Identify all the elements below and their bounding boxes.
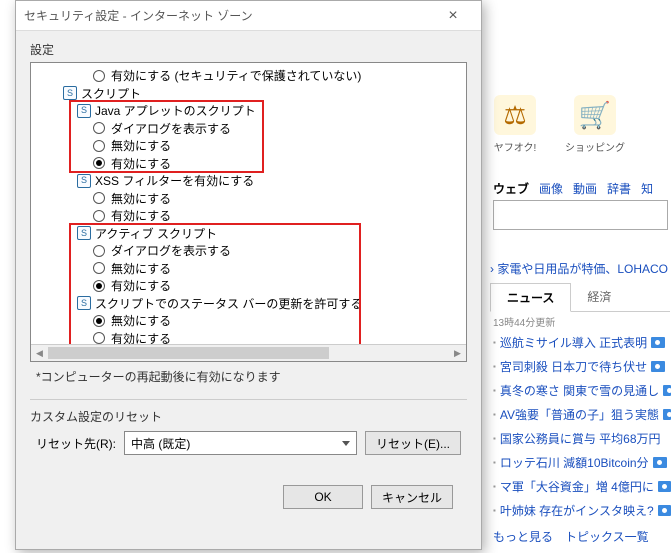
cart-icon: 🛒 [574, 95, 616, 135]
settings-section-label: 設定 [30, 41, 467, 58]
radio-icon [93, 70, 105, 82]
news-item[interactable]: ロッテ石川 減額10Bitcoin分 [493, 450, 671, 474]
close-button[interactable]: × [433, 5, 473, 27]
radio-icon [93, 245, 105, 257]
security-settings-dialog: セキュリティ設定 - インターネット ゾーン × 設定 有効にする (セキュリテ… [15, 0, 482, 550]
portal-auction[interactable]: ⚖ ヤフオク! [485, 95, 545, 154]
scroll-thumb[interactable] [48, 347, 329, 359]
news-item[interactable]: 国家公務員に賞与 平均68万円 [493, 426, 671, 450]
portal-shopping[interactable]: 🛒 ショッピング [565, 95, 625, 154]
radio-option[interactable]: ダイアログを表示する [33, 242, 464, 260]
script-icon: S [63, 86, 77, 100]
reset-button[interactable]: リセット(E)... [365, 431, 461, 455]
group-active-script: S アクティブ スクリプト [33, 225, 464, 243]
radio-option[interactable]: 無効にする [33, 137, 464, 155]
radio-icon [93, 192, 105, 204]
dialog-title: セキュリティ設定 - インターネット ゾーン [24, 7, 253, 24]
news-item[interactable]: マ軍「大谷資金」増 4億円に [493, 474, 671, 498]
radio-option[interactable]: 有効にする (セキュリティで保護されていない) [33, 67, 464, 85]
radio-icon [93, 280, 105, 292]
news-item[interactable]: 真冬の寒さ 関東で雪の見通し [493, 378, 671, 402]
group-xss-filter: S XSS フィルターを有効にする [33, 172, 464, 190]
search-tab-dict[interactable]: 辞書 [607, 180, 631, 197]
horizontal-scrollbar[interactable]: ◀ ▶ [31, 344, 466, 361]
script-icon: S [77, 174, 91, 188]
promo-link[interactable]: › 家電や日用品が特価、LOHACO [490, 260, 668, 277]
radio-icon [93, 332, 105, 344]
search-tab-image[interactable]: 画像 [539, 180, 563, 197]
news-item[interactable]: 叶姉妹 存在がインスタ映え? [493, 498, 671, 522]
script-icon: S [77, 104, 91, 118]
radio-option[interactable]: 無効にする [33, 312, 464, 330]
radio-option[interactable]: 無効にする [33, 190, 464, 208]
news-timestamp: 13時44分更新 [493, 314, 555, 329]
photo-icon [658, 505, 671, 516]
radio-option[interactable]: 無効にする [33, 260, 464, 278]
scroll-right-icon[interactable]: ▶ [449, 345, 466, 361]
radio-option[interactable]: 有効にする [33, 155, 464, 173]
restart-note: *コンピューターの再起動後に有効になります [36, 368, 467, 385]
radio-option[interactable]: ダイアログを表示する [33, 120, 464, 138]
radio-icon [93, 210, 105, 222]
news-item[interactable]: AV強要「普通の子」狙う実態 [493, 402, 671, 426]
group-java-applets: S Java アプレットのスクリプト [33, 102, 464, 120]
reset-to-label: リセット先(R): [36, 435, 116, 452]
photo-icon [663, 409, 671, 420]
search-tab-video[interactable]: 動画 [573, 180, 597, 197]
news-tabs: ニュース 経済 [490, 283, 670, 312]
search-input[interactable] [493, 200, 668, 230]
ok-button[interactable]: OK [283, 485, 363, 509]
photo-icon [663, 385, 671, 396]
portal-shopping-label: ショッピング [565, 139, 625, 154]
radio-icon [93, 140, 105, 152]
radio-option[interactable]: 有効にする [33, 207, 464, 225]
reset-section-label: カスタム設定のリセット [30, 408, 467, 425]
radio-icon [93, 262, 105, 274]
radio-option[interactable]: 有効にする [33, 277, 464, 295]
cancel-button[interactable]: キャンセル [371, 485, 453, 509]
news-item[interactable]: 巡航ミサイル導入 正式表明 [493, 330, 671, 354]
photo-icon [653, 457, 667, 468]
settings-tree: 有効にする (セキュリティで保護されていない) S スクリプト S Java ア… [30, 62, 467, 362]
group-script: S スクリプト [33, 85, 464, 103]
search-tabs: ウェブ 画像 動画 辞書 知 [493, 180, 653, 197]
script-icon: S [77, 226, 91, 240]
news-item[interactable]: 宮司刺殺 日本刀で待ち伏せ [493, 354, 671, 378]
radio-icon [93, 122, 105, 134]
news-more-link[interactable]: もっと見る トピックス一覧 [493, 528, 649, 545]
reset-level-select[interactable]: 中高 (既定) [124, 431, 357, 455]
divider [30, 399, 467, 400]
portal-auction-label: ヤフオク! [494, 139, 537, 154]
search-tab-know[interactable]: 知 [641, 180, 653, 197]
news-tab-news[interactable]: ニュース [490, 283, 571, 312]
scroll-left-icon[interactable]: ◀ [31, 345, 48, 361]
group-status-bar: S スクリプトでのステータス バーの更新を許可する [33, 295, 464, 313]
photo-icon [651, 337, 665, 348]
script-icon: S [77, 296, 91, 310]
news-list: 巡航ミサイル導入 正式表明 宮司刺殺 日本刀で待ち伏せ 真冬の寒さ 関東で雪の見… [493, 330, 671, 522]
radio-icon [93, 157, 105, 169]
news-tab-econ[interactable]: 経済 [571, 283, 627, 311]
search-tab-web[interactable]: ウェブ [493, 180, 529, 197]
gavel-icon: ⚖ [494, 95, 536, 135]
photo-icon [658, 481, 671, 492]
photo-icon [651, 361, 665, 372]
titlebar: セキュリティ設定 - インターネット ゾーン × [16, 1, 481, 31]
radio-icon [93, 315, 105, 327]
